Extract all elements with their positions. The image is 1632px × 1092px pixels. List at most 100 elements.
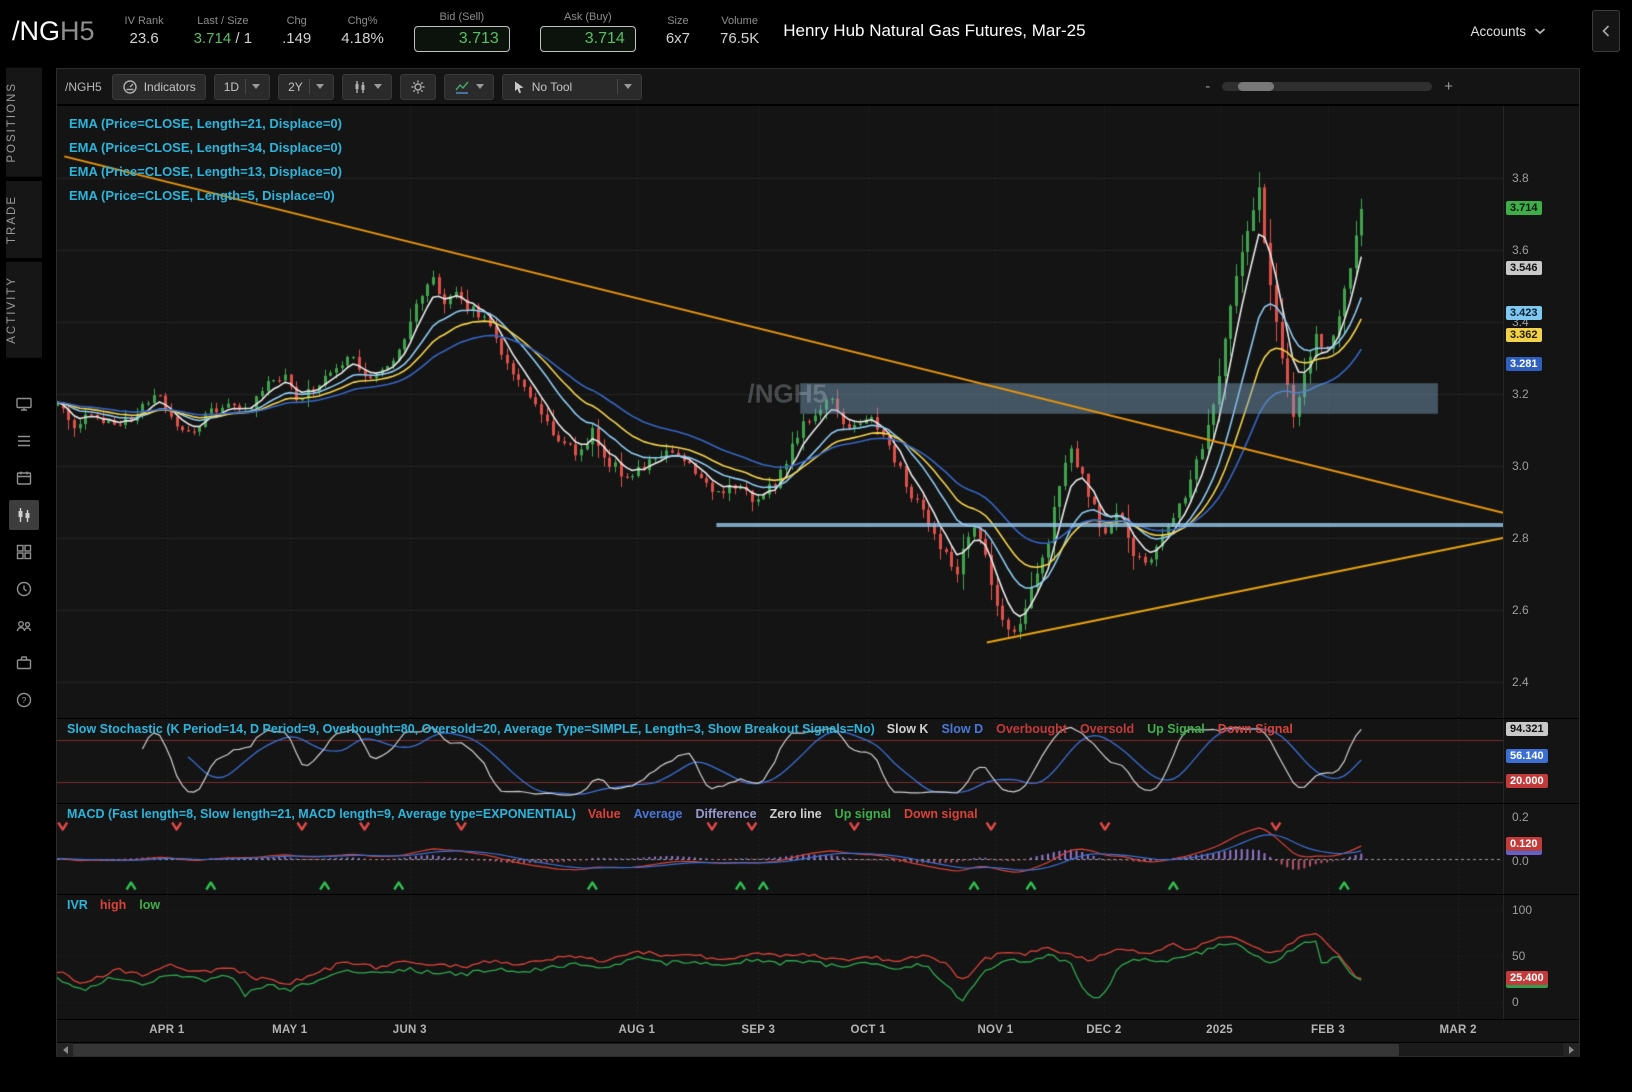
price-plot[interactable]: /NGH5 EMA (Price=CLOSE, Length=21, Displ… [57,106,1503,718]
sidebar-tab-activity[interactable]: ACTIVITY [6,262,42,358]
axis-tick: 3.6 [1512,243,1529,257]
scroll-right-button[interactable] [1563,1043,1579,1057]
axis-tick: 50 [1512,949,1525,963]
grid-icon[interactable] [9,537,39,567]
value-bubble: 3.423 [1506,306,1542,320]
time-axis-label: DEC 2 [1086,1024,1121,1036]
macd-plot[interactable]: MACD (Fast length=8, Slow length=21, MAC… [57,804,1503,894]
last-size-field: Last / Size 3.714 / 1 [194,15,252,47]
stochastic-panel: Slow Stochastic (K Period=14, D Period=9… [57,718,1579,803]
time-axis-label: NOV 1 [977,1024,1013,1036]
chart-type-dropdown[interactable] [342,74,392,100]
indicators-button[interactable]: Indicators [112,74,206,100]
symbol: /NGH5 [12,16,95,47]
ivr-canvas[interactable] [57,895,1503,1019]
volume-value: 76.5K [720,30,759,47]
chevron-down-icon [1534,27,1546,35]
legend-overbought: Overbought [996,722,1067,736]
iv-rank-field: IV Rank 23.6 [125,15,164,47]
time-axis-label: JUN 3 [393,1024,427,1036]
monitor-icon[interactable] [9,389,39,419]
patterns-dropdown[interactable] [444,74,494,100]
zoom-in-button[interactable]: + [1444,78,1453,95]
drawing-tool-dropdown[interactable]: No Tool [502,74,642,100]
time-axis-label: MAR 2 [1440,1024,1477,1036]
legend-average: Average [634,807,683,821]
ivr-label: IVR [67,898,88,912]
bid-field: Bid (Sell) 3.713 [414,11,510,52]
value-bubble: 56.140 [1506,749,1548,763]
ema-study-label: EMA (Price=CLOSE, Length=13, Displace=0) [69,164,342,179]
contract-title: Henry Hub Natural Gas Futures, Mar-25 [783,21,1085,41]
zoom-slider-thumb[interactable] [1238,82,1274,91]
scrollbar-thumb[interactable] [73,1044,1399,1056]
toolbox-icon[interactable] [9,648,39,678]
legend-down-signal: Down Signal [1218,722,1293,736]
time-axis-label: 2025 [1206,1024,1233,1036]
stochastic-axis: 94.32156.14020.000 [1503,719,1579,803]
watchlist-icon[interactable] [9,426,39,456]
time-axis-label: SEP 3 [741,1024,775,1036]
calendar-icon[interactable] [9,463,39,493]
ask-field: Ask (Buy) 3.714 [540,11,636,52]
chg-label: Chg [287,15,307,27]
patterns-icon [454,79,470,95]
study-labels: EMA (Price=CLOSE, Length=21, Displace=0)… [69,116,342,212]
ivr-label-row: IVR highlow [67,898,160,912]
legend-oversold: Oversold [1080,722,1134,736]
scrollbar-track[interactable] [73,1043,1563,1057]
macd-label-row: MACD (Fast length=8, Slow length=21, MAC… [67,807,978,821]
axis-tick: 0 [1512,995,1519,1009]
legend-low: low [139,898,160,912]
time-axis[interactable]: APR 1MAY 1JUN 3AUG 1SEP 3OCT 1NOV 1DEC 2… [57,1020,1503,1042]
timeframe-dropdown[interactable]: 1D [214,74,270,100]
ask-button[interactable]: 3.714 [540,26,636,52]
iv-rank-label: IV Rank [125,15,164,27]
sidebar-tab-trade[interactable]: TRADE [6,181,42,258]
axis-tick: 3.2 [1512,387,1529,401]
accounts-menu[interactable]: Accounts [1470,24,1546,39]
legend-down-signal: Down signal [904,807,978,821]
quote-header: /NGH5 IV Rank 23.6 Last / Size 3.714 / 1… [0,0,1632,62]
price-axis[interactable]: 3.83.63.43.23.02.82.62.43.7143.5463.4233… [1503,106,1579,718]
sidebar-icon-strip: ? [9,389,39,715]
chart-scrollbar[interactable] [57,1042,1579,1056]
triangle-left-icon [63,1046,68,1054]
collapse-panel-button[interactable] [1592,10,1620,52]
bid-button[interactable]: 3.713 [414,26,510,52]
chart-icon[interactable] [9,500,39,530]
axis-tick: 3.0 [1512,459,1529,473]
macd-axis: 0.20.00.0850.1030.120 [1503,804,1579,894]
time-axis-label: AUG 1 [619,1024,656,1036]
legend-slow-d: Slow D [941,722,983,736]
clock-icon[interactable] [9,574,39,604]
range-dropdown[interactable]: 2Y [278,74,334,100]
ema-study-label: EMA (Price=CLOSE, Length=34, Displace=0) [69,140,342,155]
sidebar-tab-positions[interactable]: POSITIONS [6,68,42,177]
chg-pct-value: 4.18% [341,30,384,47]
zoom-out-button[interactable]: - [1205,78,1210,95]
chg-field: Chg .149 [282,15,311,47]
help-icon[interactable]: ? [9,685,39,715]
candlestick-icon [352,79,368,95]
macd-panel: MACD (Fast length=8, Slow length=21, MAC… [57,803,1579,894]
left-sidebar: POSITIONS TRADE ACTIVITY ? [0,62,48,1057]
ivr-plot[interactable]: IVR highlow [57,895,1503,1019]
settings-button[interactable] [400,74,436,100]
svg-text:?: ? [22,695,27,705]
stochastic-label: Slow Stochastic (K Period=14, D Period=9… [67,722,875,736]
value-bubble: 20.000 [1506,774,1548,788]
chart-toolbar: /NGH5 Indicators 1D 2Y [57,69,1579,105]
zoom-slider[interactable] [1222,82,1432,91]
people-icon[interactable] [9,611,39,641]
symbol-root: /NG [12,16,60,46]
stochastic-plot[interactable]: Slow Stochastic (K Period=14, D Period=9… [57,719,1503,803]
size-label: Size [667,15,688,27]
size-field: Size 6x7 [666,15,690,47]
scroll-left-button[interactable] [57,1043,73,1057]
size-value: 6x7 [666,30,690,47]
axis-tick: 2.8 [1512,531,1529,545]
accounts-label: Accounts [1470,24,1526,39]
time-axis-label: APR 1 [149,1024,184,1036]
divider [617,79,618,94]
